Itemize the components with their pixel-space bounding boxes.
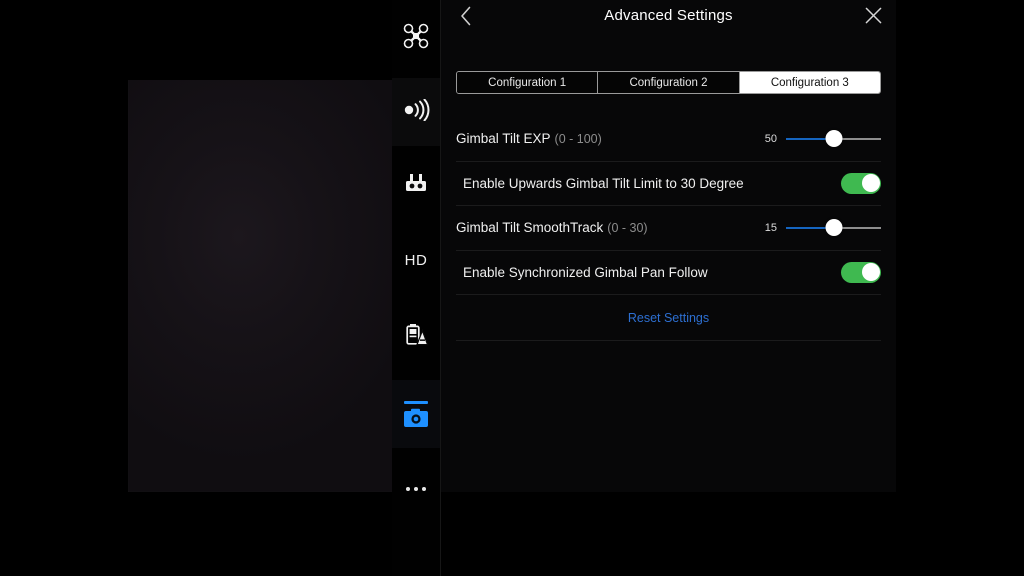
setting-label-text: Gimbal Tilt SmoothTrack: [456, 220, 604, 236]
sidebar-item-remote-controller[interactable]: [392, 152, 440, 220]
setting-control: 50: [757, 117, 881, 161]
sidebar-item-more-options[interactable]: [392, 455, 440, 523]
camera-active-indicator: [404, 401, 428, 404]
setting-row-synchronized-pan-follow: Enable Synchronized Gimbal Pan Follow: [456, 251, 881, 295]
sidebar-item-aircraft-status[interactable]: [392, 4, 440, 72]
slider-track[interactable]: [786, 130, 881, 148]
slider-track[interactable]: [786, 219, 881, 237]
sidebar-item-camera-settings[interactable]: [392, 380, 440, 448]
more-dots-icon: [406, 487, 426, 491]
close-icon: [865, 7, 882, 29]
setting-control: 15: [757, 206, 881, 250]
toggle-knob: [861, 174, 880, 193]
drone-icon: [403, 23, 429, 54]
setting-label: Gimbal Tilt SmoothTrack (0 - 30): [456, 220, 648, 235]
remote-controller-icon: [403, 171, 429, 202]
toggle-knob: [861, 263, 880, 282]
setting-label: Gimbal Tilt EXP (0 - 100): [456, 131, 602, 146]
setting-control: [841, 251, 881, 295]
camera-preview-area[interactable]: [0, 0, 392, 576]
setting-range-text: (0 - 100): [554, 132, 602, 147]
configuration-tabs: Configuration 1 Configuration 2 Configur…: [456, 71, 881, 94]
advanced-settings-panel: Advanced Settings Configuration 1 Config…: [441, 0, 896, 492]
upwards-tilt-limit-toggle[interactable]: [841, 172, 881, 194]
reset-settings-button[interactable]: Reset Settings: [628, 311, 709, 325]
synchronized-pan-follow-toggle[interactable]: [841, 261, 881, 283]
setting-label-text: Gimbal Tilt EXP: [456, 131, 551, 147]
settings-rows: Gimbal Tilt EXP (0 - 100) 50 Enable Upwa…: [456, 117, 881, 341]
camera-icon: [401, 399, 431, 429]
gimbal-tilt-exp-slider[interactable]: 50: [757, 130, 881, 148]
app-screen: HD Advanced Settings Configuration 1 Con…: [0, 0, 1024, 576]
sidebar-item-video-quality[interactable]: HD: [392, 226, 440, 294]
setting-control: [841, 162, 881, 206]
close-button[interactable]: [858, 3, 888, 33]
setting-row-gimbal-tilt-exp: Gimbal Tilt EXP (0 - 100) 50: [456, 117, 881, 162]
panel-header: Advanced Settings: [441, 0, 896, 36]
slider-knob[interactable]: [825, 130, 842, 148]
slider-value-label: 50: [764, 132, 777, 145]
page-title: Advanced Settings: [604, 7, 733, 24]
sidebar-item-battery[interactable]: [392, 303, 440, 371]
hd-text: HD: [404, 251, 428, 269]
gimbal-tilt-smoothtrack-slider[interactable]: 15: [757, 219, 881, 237]
tab-configuration-2[interactable]: Configuration 2: [598, 72, 740, 93]
rc-signal-icon: [402, 98, 430, 126]
slider-knob[interactable]: [825, 219, 842, 237]
setting-row-upwards-tilt-limit: Enable Upwards Gimbal Tilt Limit to 30 D…: [456, 162, 881, 206]
right-icon-rail: HD: [392, 0, 441, 576]
tab-configuration-1[interactable]: Configuration 1: [457, 72, 599, 93]
battery-auto-icon: [404, 322, 429, 353]
reset-settings-row: Reset Settings: [456, 295, 881, 341]
setting-row-gimbal-tilt-smoothtrack: Gimbal Tilt SmoothTrack (0 - 30) 15: [456, 206, 881, 251]
setting-label: Enable Synchronized Gimbal Pan Follow: [463, 264, 708, 280]
setting-range-text: (0 - 30): [607, 221, 648, 236]
setting-label: Enable Upwards Gimbal Tilt Limit to 30 D…: [463, 175, 744, 191]
tab-configuration-3[interactable]: Configuration 3: [739, 72, 880, 93]
sidebar-item-signal-strength[interactable]: [392, 78, 440, 146]
live-video-feed[interactable]: [128, 80, 392, 492]
slider-value-label: 15: [764, 221, 777, 234]
